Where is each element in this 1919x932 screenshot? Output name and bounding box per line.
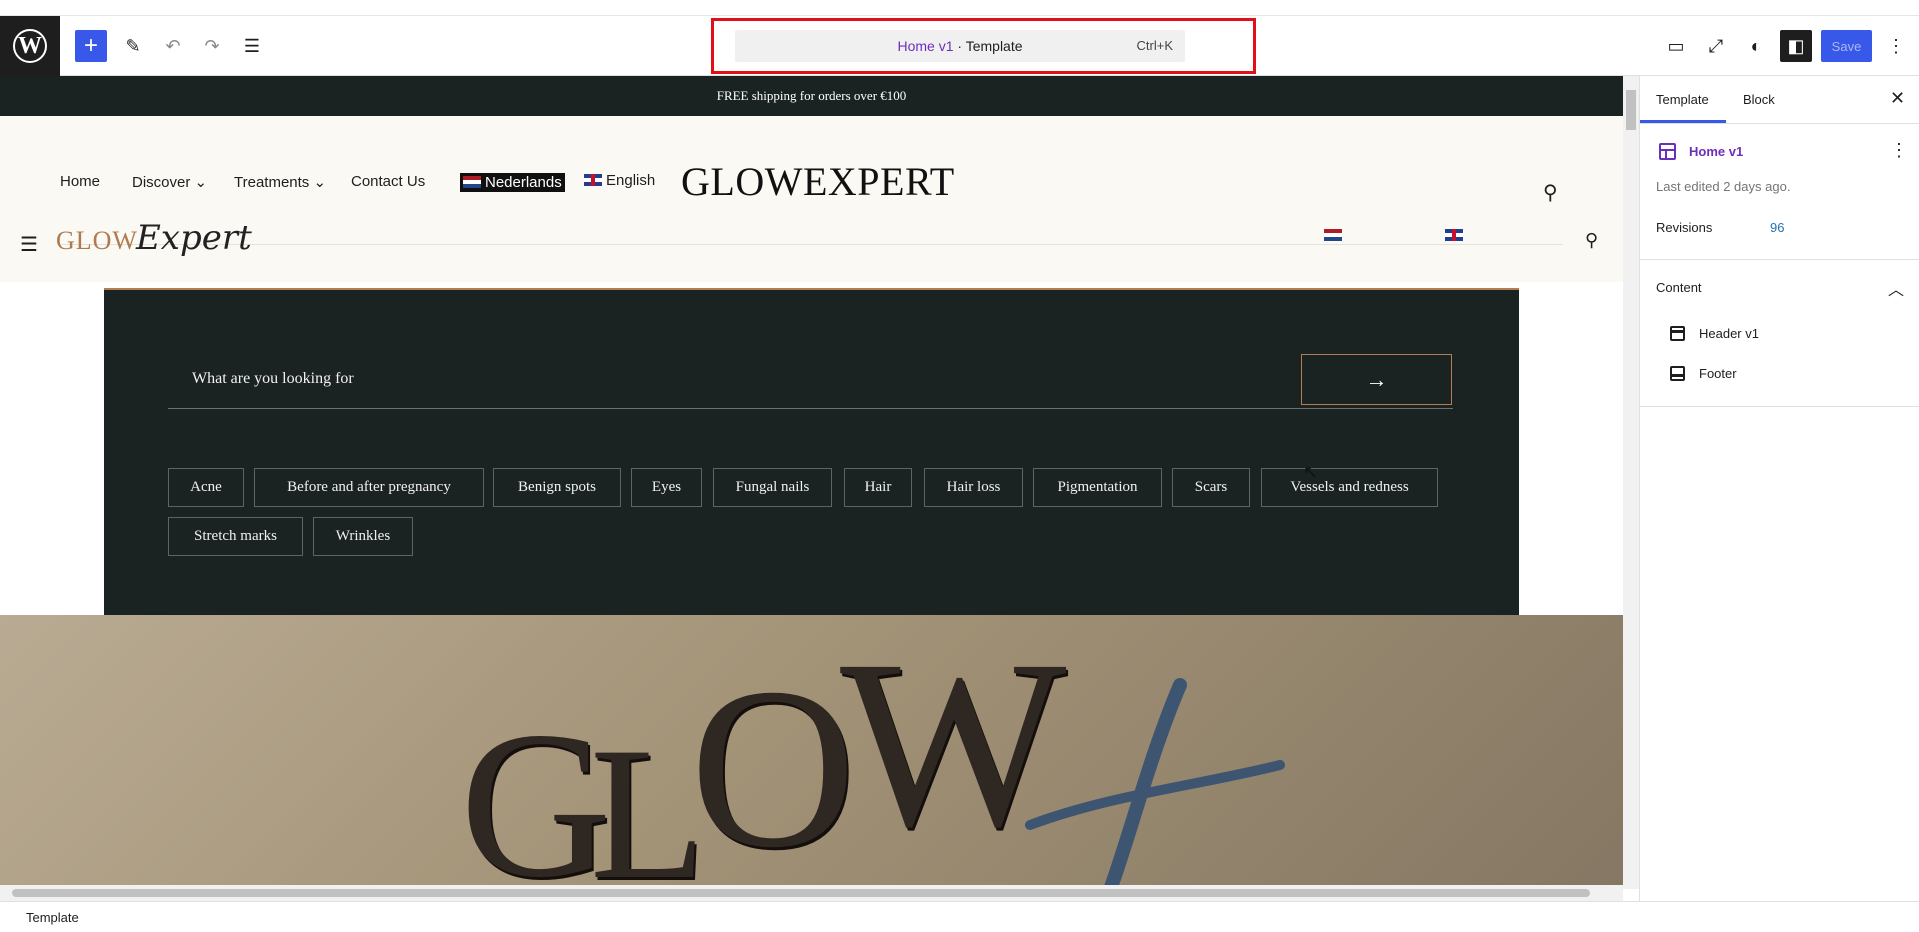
tag-vessels[interactable]: Vessels and redness <box>1261 468 1438 507</box>
breadcrumb[interactable]: Template <box>26 910 79 925</box>
tag-fungal-nails[interactable]: Fungal nails <box>713 468 832 507</box>
content-item-header[interactable]: Header v1 <box>1670 326 1759 341</box>
search-icon[interactable]: ⚲ <box>1585 230 1598 251</box>
tag-pigmentation[interactable]: Pigmentation <box>1033 468 1162 507</box>
uk-flag-icon[interactable] <box>1445 229 1463 241</box>
header-divider <box>60 244 1563 245</box>
dutch-flag-icon[interactable] <box>1324 229 1342 241</box>
shipping-banner: FREE shipping for orders over €100 <box>0 76 1623 116</box>
fullscreen-icon[interactable]: ⤢ <box>1700 30 1732 62</box>
chevron-down-icon: ⌄ <box>313 174 327 191</box>
hero-sign-g: G <box>460 689 612 889</box>
nav-discover[interactable]: Discover ⌄ <box>132 173 207 191</box>
site-brand[interactable]: GLOWEXPERT <box>681 158 955 205</box>
nav-home[interactable]: Home <box>60 173 100 190</box>
tag-wrinkles[interactable]: Wrinkles <box>313 517 413 556</box>
site-logo-script[interactable]: GLOWExpert <box>56 218 252 258</box>
horizontal-scrollbar[interactable] <box>0 885 1623 901</box>
mouse-cursor-icon: ↖ <box>1303 462 1319 482</box>
document-type: · Template <box>953 38 1023 54</box>
tag-pregnancy[interactable]: Before and after pregnancy <box>254 468 484 507</box>
close-icon[interactable]: ✕ <box>1890 88 1905 109</box>
footer-part-icon <box>1670 366 1685 381</box>
nav-contact[interactable]: Contact Us <box>351 173 425 190</box>
pencil-icon[interactable]: ✎ <box>117 30 149 62</box>
document-overview-icon[interactable]: ☰ <box>236 30 268 62</box>
language-en[interactable]: English <box>584 172 655 189</box>
tab-template[interactable]: Template <box>1656 92 1709 107</box>
chevron-down-icon: ⌄ <box>194 174 208 191</box>
tag-benign-spots[interactable]: Benign spots <box>493 468 621 507</box>
site-header: Home Discover ⌄ Treatments ⌄ Contact Us … <box>0 116 1623 282</box>
header-part-icon <box>1670 326 1685 341</box>
desktop-preview-icon[interactable]: ▭ <box>1660 30 1692 62</box>
command-shortcut: Ctrl+K <box>1136 38 1173 53</box>
hero-image: G L O W <box>0 615 1623 889</box>
tag-hair-loss[interactable]: Hair loss <box>924 468 1023 507</box>
tag-eyes[interactable]: Eyes <box>631 468 702 507</box>
tab-block[interactable]: Block <box>1743 92 1775 107</box>
search-input[interactable]: What are you looking for <box>192 370 354 388</box>
sidebar-tabs: Template Block ✕ <box>1640 76 1919 124</box>
tag-scars[interactable]: Scars <box>1172 468 1250 507</box>
tag-stretch-marks[interactable]: Stretch marks <box>168 517 303 556</box>
editor-canvas[interactable]: FREE shipping for orders over €100 Home … <box>0 76 1623 889</box>
hero-sign-l: L <box>590 709 707 889</box>
template-layout-icon <box>1659 143 1676 160</box>
search-submit-button[interactable]: → <box>1301 354 1452 405</box>
vertical-scrollbar[interactable] <box>1623 76 1639 889</box>
tag-acne[interactable]: Acne <box>168 468 244 507</box>
more-options-icon[interactable]: ⋮ <box>1890 140 1908 161</box>
content-panel-title[interactable]: Content <box>1656 280 1702 295</box>
command-bar[interactable]: Home v1 · Template Ctrl+K <box>735 30 1185 62</box>
redo-icon[interactable]: ↷ <box>196 30 228 62</box>
revisions-count-link[interactable]: 96 <box>1770 220 1784 235</box>
search-panel: What are you looking for → Acne Before a… <box>104 288 1519 615</box>
scroll-thumb[interactable] <box>1626 90 1636 130</box>
revisions-label: Revisions <box>1656 220 1713 235</box>
hamburger-menu-icon[interactable]: ☰ <box>20 232 38 257</box>
hero-script-flourish <box>1025 678 1285 889</box>
wordpress-icon: W <box>13 29 47 63</box>
save-button[interactable]: Save <box>1821 30 1872 62</box>
search-underline <box>168 408 1453 409</box>
sidebar-divider <box>1640 259 1919 260</box>
nav-treatments[interactable]: Treatments ⌄ <box>234 173 326 191</box>
editor-footer: Template <box>0 901 1919 932</box>
options-menu-icon[interactable]: ⋮ <box>1880 30 1912 62</box>
document-title: Home v1 <box>897 38 954 54</box>
chevron-up-icon[interactable]: ︿ <box>1888 276 1904 300</box>
editor-toolbar: W + ✎ ↶ ↷ ☰ Home v1 · Template Ctrl+K ▭ … <box>0 16 1919 76</box>
search-icon[interactable]: ⚲ <box>1543 180 1558 205</box>
settings-sidebar-icon[interactable]: ◧ <box>1780 30 1812 62</box>
template-name: Home v1 <box>1689 144 1744 159</box>
last-edited-text: Last edited 2 days ago. <box>1656 179 1791 194</box>
active-tab-indicator <box>1640 120 1726 123</box>
wordpress-logo[interactable]: W <box>0 16 60 76</box>
dutch-flag-icon <box>463 176 481 188</box>
scroll-thumb[interactable] <box>12 889 1590 897</box>
undo-icon[interactable]: ↶ <box>157 30 189 62</box>
sidebar-divider <box>1640 406 1919 407</box>
browser-tab-strip <box>0 0 1919 16</box>
uk-flag-icon <box>584 174 602 186</box>
hero-sign-o: O <box>690 640 857 889</box>
language-nl[interactable]: Nederlands <box>460 173 565 192</box>
add-block-button[interactable]: + <box>75 30 107 62</box>
settings-sidebar: Template Block ✕ Home v1 ⋮ Last edited 2… <box>1639 76 1919 901</box>
tag-hair[interactable]: Hair <box>844 468 912 507</box>
content-item-footer[interactable]: Footer <box>1670 366 1737 381</box>
styles-contrast-icon[interactable]: ◐ <box>1740 30 1772 62</box>
